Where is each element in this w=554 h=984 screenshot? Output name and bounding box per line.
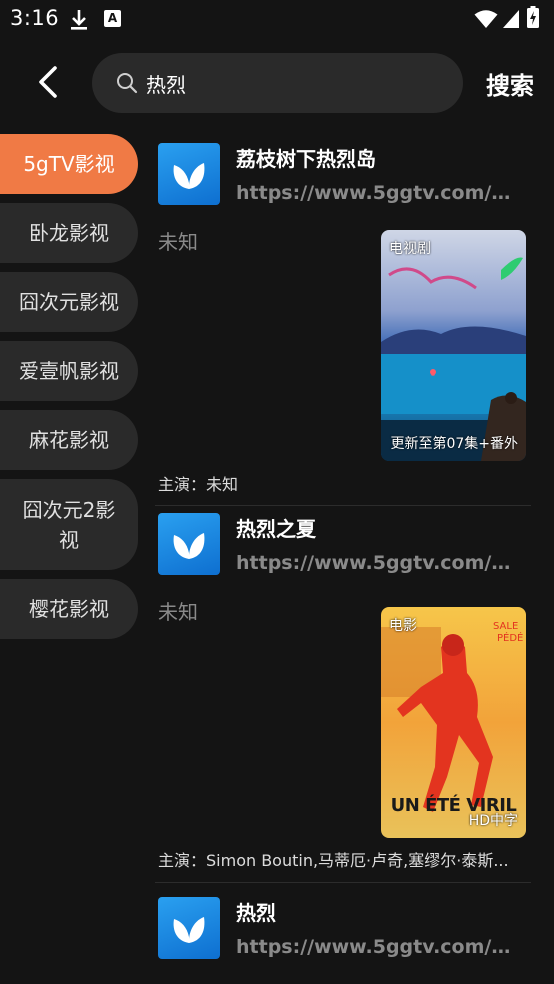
result-title: 热烈之夏 [236,517,316,541]
site-logo [158,513,220,575]
poster-quality-badge: HD中字 [468,813,518,829]
sidebar-item-label: 囧次元影视 [19,290,119,314]
result-url: https://www.5ggtv.com/vod/... [236,182,522,204]
result-list: 荔枝树下热烈岛 https://www.5ggtv.com/vod/... 未知 [155,136,531,984]
sidebar-item-5gtv[interactable]: 5gTV影视 [0,134,138,194]
result-title: 荔枝树下热烈岛 [236,147,376,171]
search-icon [117,73,138,94]
sidebar-item-label: 麻花影视 [29,428,109,452]
chevron-left-icon [39,66,57,98]
sidebar-item-aiyifan[interactable]: 爱壹帆影视 [0,341,138,401]
result-status: 未知 [158,230,198,254]
sidebar-item-label: 5gTV影视 [23,152,115,176]
result-url: https://www.5ggtv.com/vod/... [236,936,522,958]
svg-text:PÉDÉ: PÉDÉ [497,631,523,644]
download-icon [71,10,87,30]
poster-image[interactable]: 电视剧 更新至第07集+番外 [381,230,526,461]
leaf-logo-icon [173,917,205,943]
poster-type-label: 电视剧 [389,241,431,257]
search-button[interactable]: 搜索 [486,66,534,101]
search-input[interactable] [146,67,446,99]
poster-update-badge: 更新至第07集+番外 [390,436,518,452]
sidebar-item-label: 樱花影视 [29,597,109,621]
sidebar-item-mahua[interactable]: 麻花影视 [0,410,138,470]
sidebar-item-jiongciyuan[interactable]: 囧次元影视 [0,272,138,332]
result-title: 热烈 [236,901,276,925]
search-box[interactable] [92,53,463,113]
result-status: 未知 [158,600,198,624]
sidebar-item-yinghua[interactable]: 樱花影视 [0,579,138,639]
site-logo [158,143,220,205]
result-cast: 主演：Simon Boutin,马蒂厄·卢奇,塞缪尔·泰斯... [158,851,509,870]
result-item[interactable]: 荔枝树下热烈岛 https://www.5ggtv.com/vod/... 未知 [155,136,531,506]
sidebar-item-label: 卧龙影视 [29,221,109,245]
sidebar-item-label: 囧次元2影视 [22,497,116,552]
back-button[interactable] [26,60,70,104]
result-cast: 主演：未知 [158,475,239,494]
poster-image[interactable]: SALE PÉDÉ 电影 UN ÉTÉ VIRIL HD中字 [381,607,526,838]
source-sidebar: 5gTV影视 卧龙影视 囧次元影视 爱壹帆影视 麻花影视 囧次元2影视 樱花影视 [0,134,140,648]
leaf-logo-icon [173,163,205,189]
result-item[interactable]: 热烈之夏 https://www.5ggtv.com/vod/... 未知 SA… [155,506,531,883]
battery-charging-icon [527,6,539,28]
result-item[interactable]: 热烈 https://www.5ggtv.com/vod/... [155,883,531,984]
result-url: https://www.5ggtv.com/vod/... [236,552,522,574]
leaf-logo-icon [173,533,205,559]
poster-artwork [381,230,526,461]
signal-icon [503,10,519,28]
site-logo [158,897,220,959]
status-time: 3:16 [10,6,60,30]
svg-text:SALE: SALE [493,621,518,632]
wifi-icon [474,10,498,28]
font-a-icon: A [104,10,121,27]
sidebar-item-label: 爱壹帆影视 [19,359,119,383]
sidebar-item-wolong[interactable]: 卧龙影视 [0,203,138,263]
status-bar: 3:16 A [0,0,554,40]
poster-type-label: 电影 [389,618,417,634]
sidebar-item-jiongciyuan2[interactable]: 囧次元2影视 [0,479,138,570]
